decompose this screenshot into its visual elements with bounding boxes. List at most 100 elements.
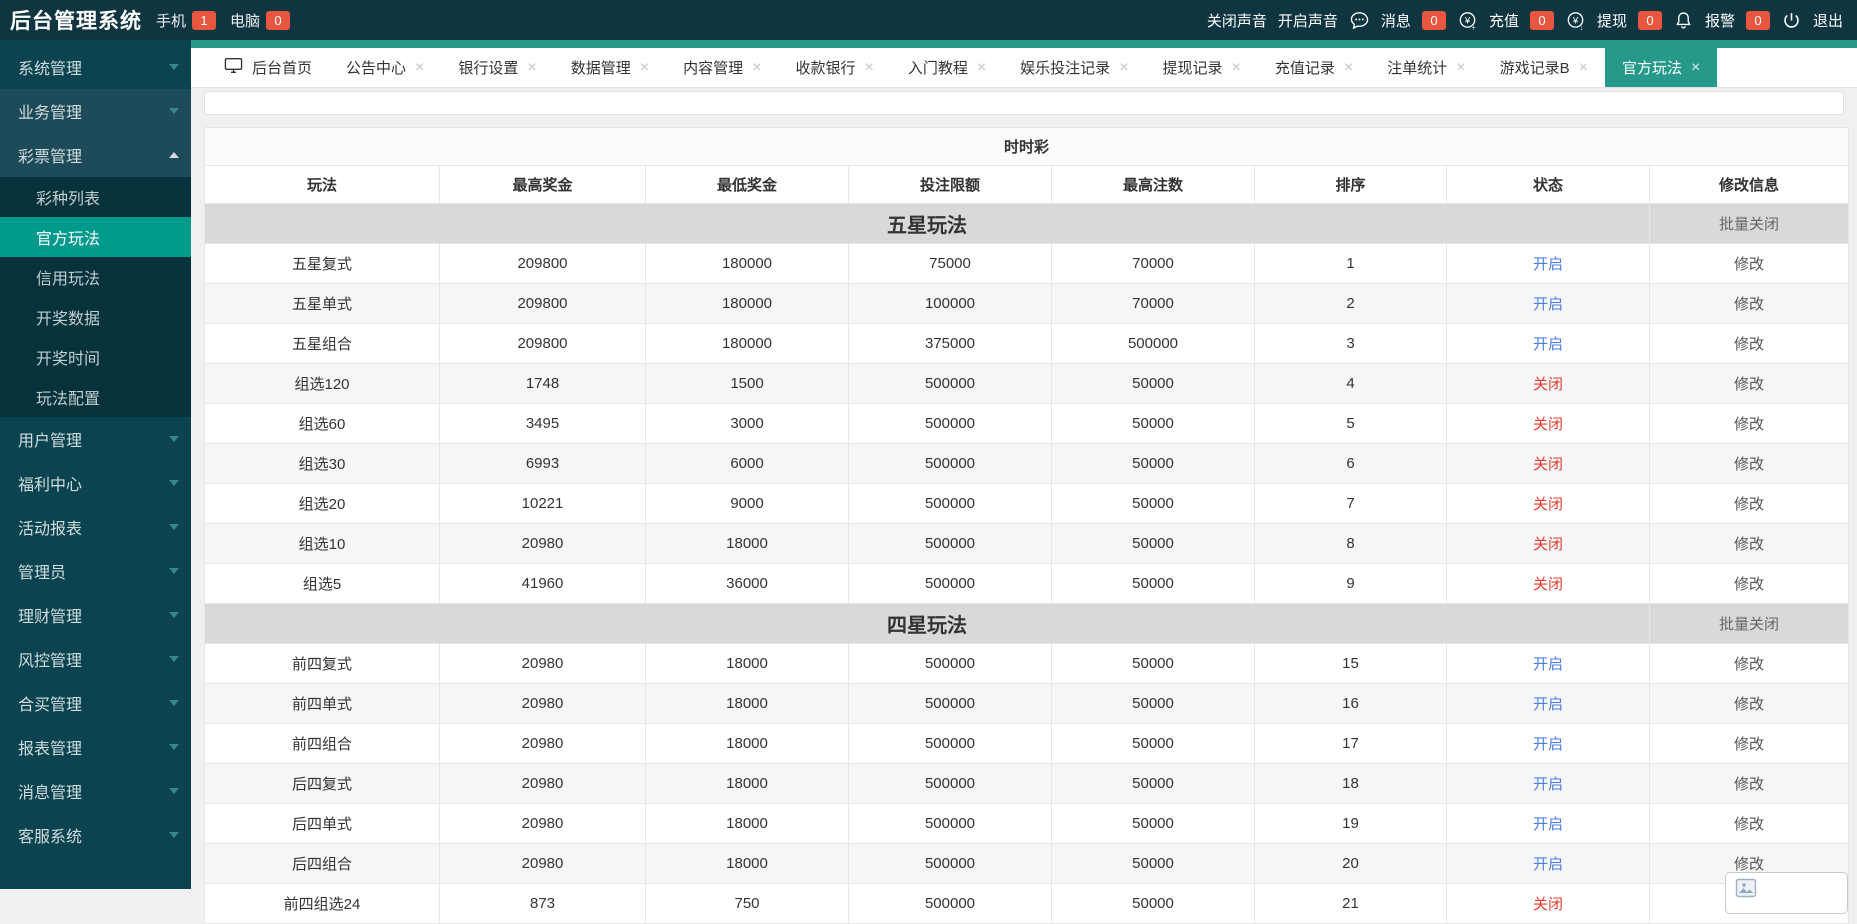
sidebar-item[interactable]: 理财管理 xyxy=(0,593,191,637)
edit-link[interactable]: 修改 xyxy=(1734,536,1764,553)
edit-link[interactable]: 修改 xyxy=(1734,776,1764,793)
status-closed-link[interactable]: 关闭 xyxy=(1533,416,1563,433)
power-icon[interactable] xyxy=(1781,10,1802,31)
sidebar-item[interactable]: 风控管理 xyxy=(0,637,191,681)
tab-4[interactable]: 内容管理 × xyxy=(666,48,778,87)
withdraw-yen-icon[interactable]: ¥↓ xyxy=(1565,10,1586,31)
mobile-label: 手机 xyxy=(156,10,186,31)
status-open-link[interactable]: 开启 xyxy=(1533,816,1563,833)
alarm-link[interactable]: 报警 xyxy=(1705,10,1735,31)
status-open-link[interactable]: 开启 xyxy=(1533,776,1563,793)
edit-link[interactable]: 修改 xyxy=(1734,576,1764,593)
sidebar-item[interactable]: 业务管理 xyxy=(0,89,191,133)
tab-0[interactable]: 后台首页 xyxy=(207,48,329,87)
edit-link[interactable]: 修改 xyxy=(1734,736,1764,753)
tab-2[interactable]: 银行设置 × xyxy=(441,48,553,87)
tab-close-icon[interactable]: × xyxy=(1579,60,1588,76)
sidebar-item[interactable]: 彩票管理 xyxy=(0,133,191,177)
sidebar-item[interactable]: 消息管理 xyxy=(0,769,191,813)
status-closed-link[interactable]: 关闭 xyxy=(1533,496,1563,513)
status-open-link[interactable]: 开启 xyxy=(1533,856,1563,873)
tab-active[interactable]: 官方玩法× xyxy=(1605,48,1717,87)
tab-close-icon[interactable]: × xyxy=(1691,60,1700,76)
tab-close-icon[interactable]: × xyxy=(864,60,873,76)
sidebar-subitem[interactable]: 彩种列表 xyxy=(0,177,191,217)
recharge-yen-icon[interactable]: ¥+ xyxy=(1457,10,1478,31)
sidebar-subitem[interactable]: 开奖数据 xyxy=(0,297,191,337)
edit-link[interactable]: 修改 xyxy=(1734,696,1764,713)
sidebar-item[interactable]: 报表管理 xyxy=(0,725,191,769)
sidebar-subitem[interactable]: 开奖时间 xyxy=(0,337,191,377)
tab-close-icon[interactable]: × xyxy=(527,60,536,76)
tab-11[interactable]: 游戏记录B× xyxy=(1483,48,1605,87)
edit-link[interactable]: 修改 xyxy=(1734,496,1764,513)
tab-9[interactable]: 充值记录× xyxy=(1258,48,1370,87)
tab-10[interactable]: 注单统计× xyxy=(1370,48,1482,87)
close-sound-link[interactable]: 关闭声音 xyxy=(1207,10,1267,31)
edit-link[interactable]: 修改 xyxy=(1734,656,1764,673)
tab-1[interactable]: 公告中心× xyxy=(329,48,441,87)
cell-play-name: 后四组合 xyxy=(205,844,440,884)
tab-close-icon[interactable]: × xyxy=(640,60,649,76)
tab-close-icon[interactable]: × xyxy=(1119,60,1128,76)
sidebar-item[interactable]: 活动报表 xyxy=(0,505,191,549)
sidebar-item[interactable]: 系统管理 xyxy=(0,45,191,89)
sidebar-subitem[interactable]: 信用玩法 xyxy=(0,257,191,297)
status-closed-link[interactable]: 关闭 xyxy=(1533,896,1563,913)
table-row: 组选20102219000500000500007关闭修改 xyxy=(205,484,1849,524)
cell-sort-order: 18 xyxy=(1255,764,1447,804)
tab-3[interactable]: 数据管理× xyxy=(554,48,666,87)
tab-close-icon[interactable]: × xyxy=(1232,60,1241,76)
edit-link[interactable]: 修改 xyxy=(1734,296,1764,313)
section-title: 五星玩法 xyxy=(887,215,967,237)
cell-min-prize: 36000 xyxy=(646,564,849,604)
sidebar-subitem[interactable]: 玩法配置 xyxy=(0,377,191,417)
status-open-link[interactable]: 开启 xyxy=(1533,296,1563,313)
withdraw-link[interactable]: 提现 xyxy=(1597,10,1627,31)
message-bubble-icon[interactable] xyxy=(1349,10,1370,31)
status-closed-link[interactable]: 关闭 xyxy=(1533,536,1563,553)
edit-link[interactable]: 修改 xyxy=(1734,376,1764,393)
tab-6[interactable]: 入门教程× xyxy=(891,48,1003,87)
edit-link[interactable]: 修改 xyxy=(1734,856,1764,873)
tab-label: 内容管理 xyxy=(683,57,743,78)
tab-8[interactable]: 提现记录× xyxy=(1146,48,1258,87)
cell-min-prize: 18000 xyxy=(646,724,849,764)
tab-label: 银行设置 xyxy=(458,57,518,78)
edit-link[interactable]: 修改 xyxy=(1734,416,1764,433)
sidebar-item[interactable]: 客服系统 xyxy=(0,813,191,857)
sidebar-subitem[interactable]: 官方玩法 xyxy=(0,217,191,257)
tab-5[interactable]: 收款银行× xyxy=(778,48,890,87)
tab-close-icon[interactable]: × xyxy=(1456,60,1465,76)
status-open-link[interactable]: 开启 xyxy=(1533,656,1563,673)
tab-7[interactable]: 娱乐投注记录× xyxy=(1003,48,1145,87)
tab-close-icon[interactable]: × xyxy=(1344,60,1353,76)
status-open-link[interactable]: 开启 xyxy=(1533,256,1563,273)
edit-link[interactable]: 修改 xyxy=(1734,256,1764,273)
tab-close-icon[interactable]: × xyxy=(977,60,986,76)
status-open-link[interactable]: 开启 xyxy=(1533,736,1563,753)
edit-link[interactable]: 修改 xyxy=(1734,816,1764,833)
tab-close-icon[interactable]: × xyxy=(752,60,761,76)
floating-widget[interactable] xyxy=(1725,872,1848,914)
edit-link[interactable]: 修改 xyxy=(1734,336,1764,353)
batch-close-button[interactable]: 批量关闭 xyxy=(1719,216,1779,233)
sidebar-item[interactable]: 合买管理 xyxy=(0,681,191,725)
open-sound-link[interactable]: 开启声音 xyxy=(1278,10,1338,31)
batch-close-button[interactable]: 批量关闭 xyxy=(1719,616,1779,633)
bell-icon[interactable] xyxy=(1673,10,1694,31)
edit-link[interactable]: 修改 xyxy=(1734,456,1764,473)
status-open-link[interactable]: 开启 xyxy=(1533,696,1563,713)
sidebar-item[interactable]: 用户管理 xyxy=(0,417,191,461)
status-open-link[interactable]: 开启 xyxy=(1533,336,1563,353)
message-link[interactable]: 消息 xyxy=(1381,10,1411,31)
recharge-link[interactable]: 充值 xyxy=(1489,10,1519,31)
status-closed-link[interactable]: 关闭 xyxy=(1533,456,1563,473)
status-closed-link[interactable]: 关闭 xyxy=(1533,376,1563,393)
pc-count-badge: 0 xyxy=(266,11,290,30)
tab-close-icon[interactable]: × xyxy=(415,60,424,76)
logout-link[interactable]: 退出 xyxy=(1813,10,1843,31)
status-closed-link[interactable]: 关闭 xyxy=(1533,576,1563,593)
sidebar-item[interactable]: 管理员 xyxy=(0,549,191,593)
sidebar-item[interactable]: 福利中心 xyxy=(0,461,191,505)
